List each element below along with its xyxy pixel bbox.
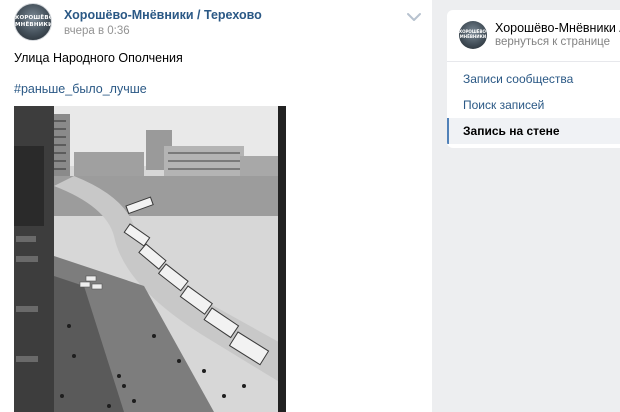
street-photo-illustration xyxy=(14,106,286,412)
wall-post: ХОРОШЁВО- МНЁВНИКИ Хорошёво-Мнёвники / Т… xyxy=(0,0,432,412)
sidebar-item-wall-post[interactable]: Запись на стене xyxy=(447,118,620,144)
post-hashtag-link[interactable]: #раньше_было_лучше xyxy=(14,82,147,96)
sidebar-item-search-posts[interactable]: Поиск записей xyxy=(447,92,620,118)
sidebar-group-avatar[interactable]: ХОРОШЁВО- МНЁВНИКИ xyxy=(459,21,487,49)
post-header: ХОРОШЁВО- МНЁВНИКИ Хорошёво-Мнёвники / Т… xyxy=(14,3,424,45)
post-photo[interactable] xyxy=(14,106,286,412)
avatar-text: ХОРОШЁВО- МНЁВНИКИ xyxy=(15,15,52,28)
chevron-down-icon[interactable] xyxy=(406,11,422,21)
sidebar-avatar-text: ХОРОШЁВО- МНЁВНИКИ xyxy=(459,29,487,39)
sidebar-item-community-posts[interactable]: Записи сообщества xyxy=(447,66,620,92)
post-date[interactable]: вчера в 0:36 xyxy=(64,25,130,37)
sidebar-back-link[interactable]: вернуться к странице xyxy=(495,36,610,48)
group-avatar[interactable]: ХОРОШЁВО- МНЁВНИКИ xyxy=(14,3,52,41)
sidebar-group-name[interactable]: Хорошёво-Мнёвники / Т... xyxy=(495,21,620,35)
sidebar-panel: ХОРОШЁВО- МНЁВНИКИ Хорошёво-Мнёвники / Т… xyxy=(447,10,620,148)
post-author-link[interactable]: Хорошёво-Мнёвники / Терехово xyxy=(64,8,262,22)
sidebar-menu: Записи сообщества Поиск записей Запись н… xyxy=(447,66,620,144)
sidebar-group-header[interactable]: ХОРОШЁВО- МНЁВНИКИ Хорошёво-Мнёвники / Т… xyxy=(447,10,620,62)
post-text: Улица Народного Ополчения xyxy=(14,51,183,65)
